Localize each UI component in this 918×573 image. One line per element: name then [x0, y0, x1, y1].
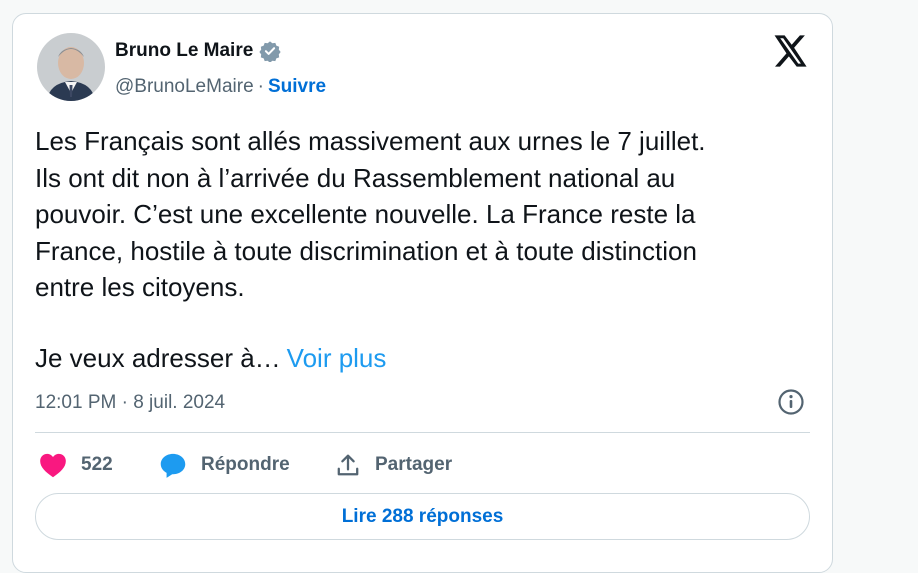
divider	[35, 432, 810, 433]
like-button[interactable]: 522	[39, 450, 113, 480]
show-more-link[interactable]: Voir plus	[287, 343, 387, 373]
handle-row: @BrunoLeMaire · Suivre	[115, 76, 326, 98]
share-label: Partager	[375, 454, 453, 475]
truncated-text: Je veux adresser à…	[35, 343, 281, 373]
avatar[interactable]	[37, 33, 105, 101]
heart-icon	[39, 452, 67, 478]
avatar-photo	[37, 33, 105, 101]
share-icon	[335, 452, 361, 478]
like-count: 522	[81, 454, 113, 475]
separator-dot: ·	[257, 76, 264, 97]
tweet-text: Les Français sont allés massivement aux …	[35, 126, 706, 302]
author-name-text: Bruno Le Maire	[115, 40, 254, 61]
follow-link[interactable]: Suivre	[268, 76, 326, 97]
share-button[interactable]: Partager	[335, 450, 452, 480]
author-handle[interactable]: @BrunoLeMaire	[115, 76, 254, 97]
truncated-text-row: Je veux adresser à… Voir plus	[35, 340, 386, 376]
tweet-timestamp[interactable]: 12:01 PM · 8 juil. 2024	[35, 392, 225, 414]
x-logo-icon[interactable]	[774, 35, 810, 67]
speech-bubble-icon	[159, 452, 187, 478]
info-icon[interactable]	[777, 388, 805, 416]
reply-button[interactable]: Répondre	[159, 450, 290, 480]
tweet-card: Bruno Le Maire @BrunoLeMaire · Suivre Les …	[12, 13, 833, 573]
read-replies-button[interactable]: Lire 288 réponses	[35, 493, 810, 540]
reply-label: Répondre	[201, 454, 290, 475]
author-name[interactable]: Bruno Le Maire	[115, 40, 281, 63]
verified-badge-icon	[259, 40, 281, 63]
